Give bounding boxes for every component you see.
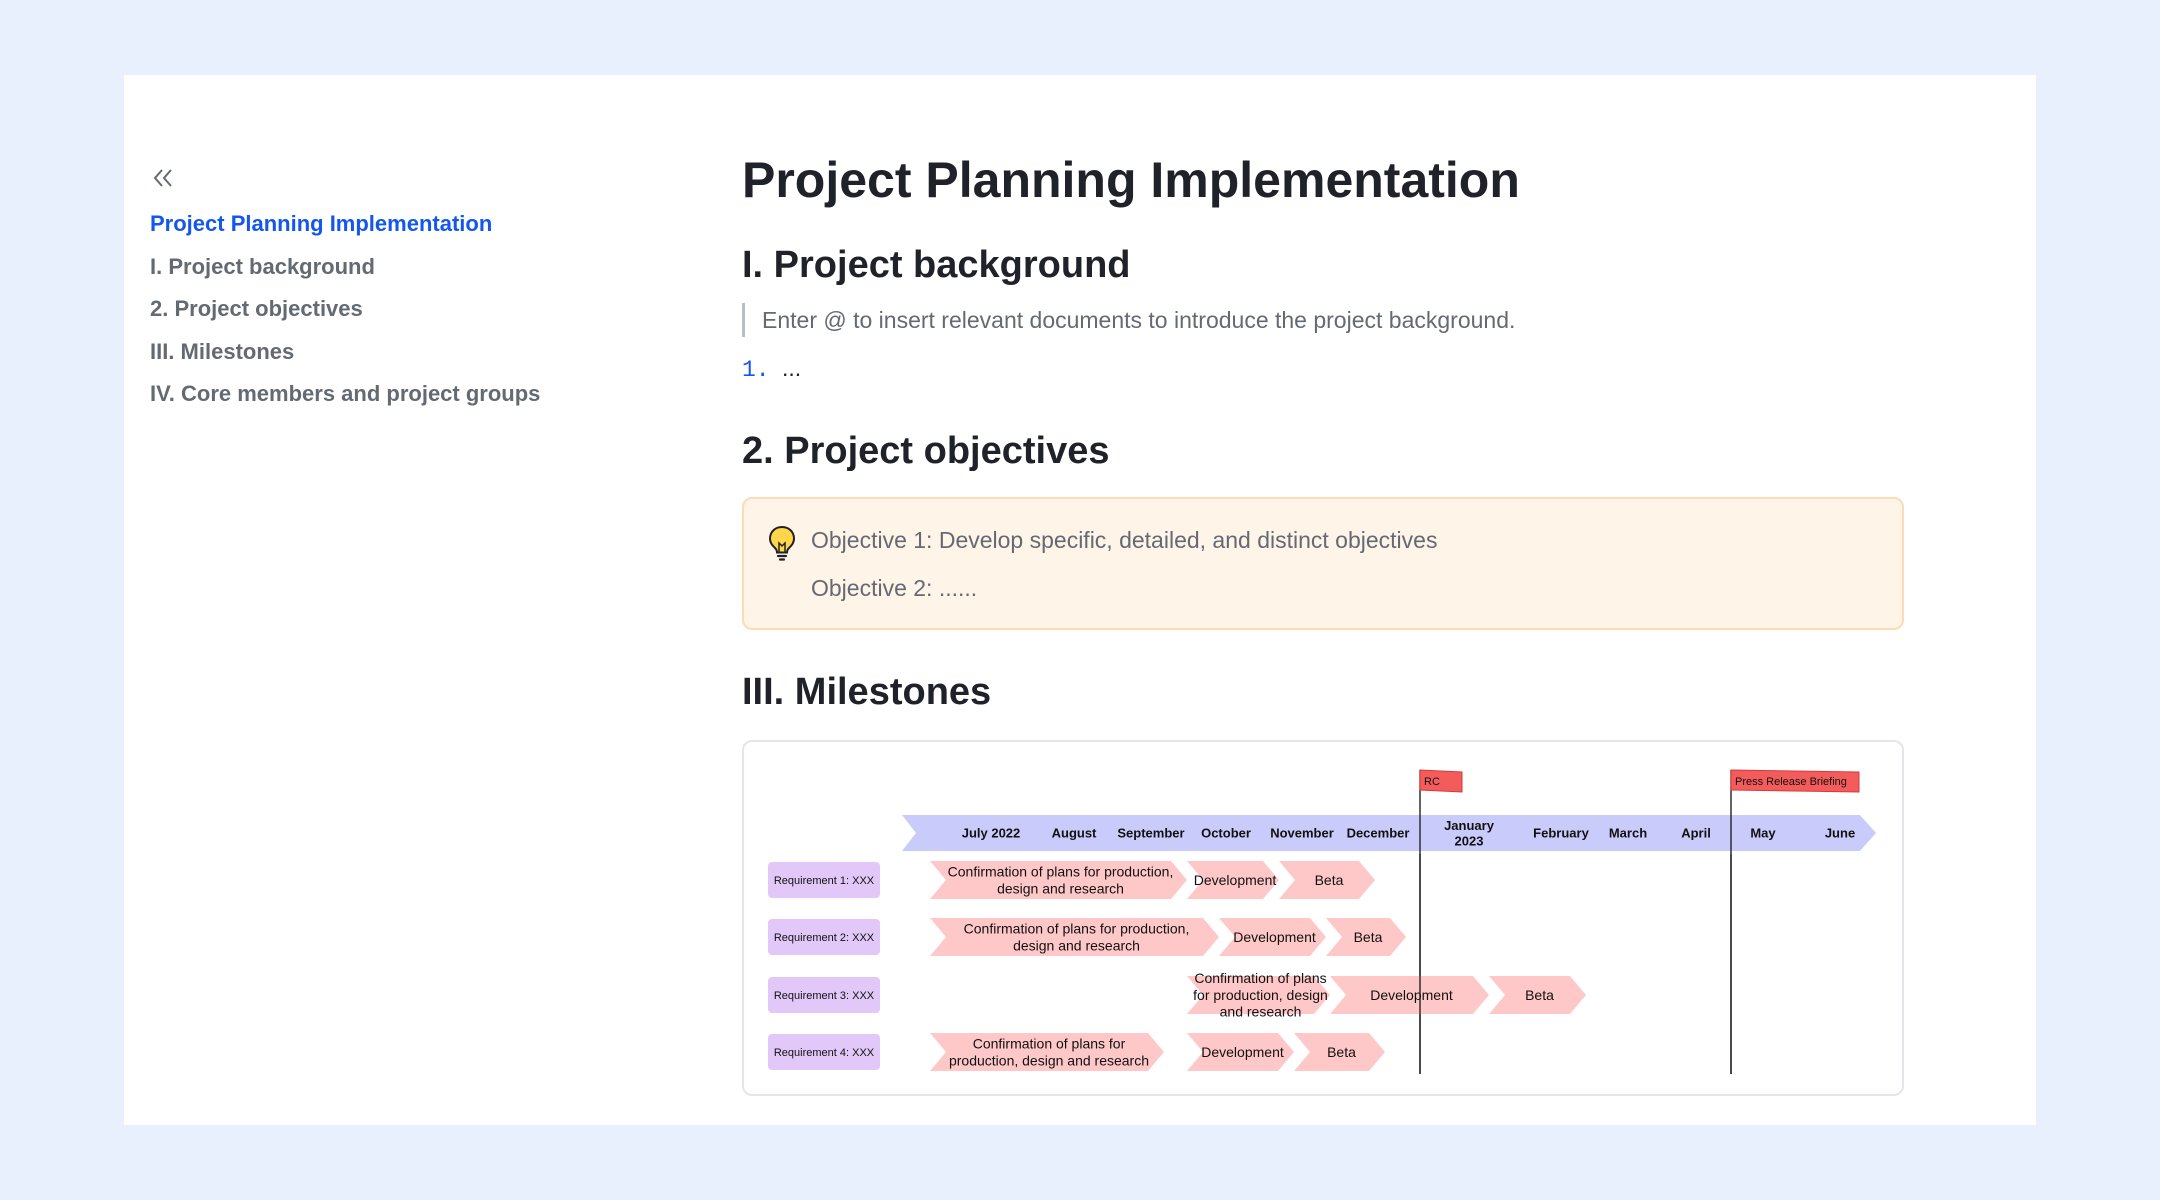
- double-chevron-left-icon[interactable]: [150, 165, 176, 197]
- heading-milestones: III. Milestones: [742, 671, 992, 713]
- document-page: Project Planning Implementation I. Proje…: [124, 75, 2036, 1125]
- month-label: August: [1052, 826, 1097, 841]
- month-label: April: [1681, 826, 1711, 841]
- month-label: March: [1609, 826, 1647, 841]
- month-label: February: [1533, 826, 1589, 841]
- milestones-timeline-board[interactable]: July 2022 August September October November D…: [742, 740, 1904, 1096]
- document-body[interactable]: Project Planning Implementation I. Proje…: [742, 145, 1904, 1096]
- toc-item-project-objectives[interactable]: 2. Project objectives: [150, 296, 670, 322]
- list-text: ...: [782, 355, 802, 381]
- page-title: Project Planning Implementation: [742, 152, 1520, 208]
- objective-2: Objective 2: ......: [811, 575, 978, 601]
- month-label: July 2022: [962, 826, 1021, 841]
- list-number: 1.: [742, 357, 770, 383]
- phase-label: Development: [1201, 1044, 1284, 1060]
- month-label: May: [1750, 826, 1776, 841]
- month-label: June: [1825, 826, 1855, 841]
- requirement-text: Requirement 3: XXX: [774, 990, 875, 1002]
- phase-label: Beta: [1525, 987, 1554, 1003]
- lightbulb-icon: [768, 525, 796, 566]
- timeline-diagram: July 2022 August September October November D…: [768, 769, 1876, 1074]
- requirement-text: Requirement 4: XXX: [774, 1047, 875, 1059]
- toc-item-core-members[interactable]: IV. Core members and project groups: [150, 381, 670, 407]
- table-of-contents: Project Planning Implementation I. Proje…: [150, 165, 670, 424]
- phase-label: Beta: [1327, 1044, 1356, 1060]
- requirement-text: Requirement 2: XXX: [774, 932, 875, 944]
- background-quote[interactable]: Enter @ to insert relevant documents to …: [742, 303, 1904, 337]
- month-label: November: [1270, 826, 1334, 841]
- phase-label: Development: [1370, 987, 1453, 1003]
- toc-item-title[interactable]: Project Planning Implementation: [150, 211, 670, 237]
- flag-label: RC: [1424, 776, 1440, 788]
- requirement-text: Requirement 1: XXX: [774, 875, 875, 887]
- month-label: October: [1201, 826, 1251, 841]
- phase-label: Development: [1194, 872, 1277, 888]
- heading-project-objectives: 2. Project objectives: [742, 430, 1110, 472]
- month-label: December: [1347, 826, 1410, 841]
- phase-label: Development: [1233, 929, 1316, 945]
- flag-label: Press Release Briefing: [1735, 776, 1847, 788]
- objective-1: Objective 1: Develop specific, detailed,…: [811, 527, 1438, 553]
- phase-label: Confirmation of plans for production, des…: [949, 1036, 1149, 1069]
- toc-item-milestones[interactable]: III. Milestones: [150, 339, 670, 365]
- phase-label: Beta: [1354, 929, 1383, 945]
- toc-item-project-background[interactable]: I. Project background: [150, 254, 670, 280]
- month-label: September: [1117, 826, 1184, 841]
- ordered-list-item[interactable]: 1. ...: [742, 351, 1904, 387]
- heading-project-background: I. Project background: [742, 244, 1131, 286]
- objectives-callout[interactable]: Objective 1: Develop specific, detailed,…: [742, 497, 1904, 630]
- phase-label: Beta: [1315, 872, 1344, 888]
